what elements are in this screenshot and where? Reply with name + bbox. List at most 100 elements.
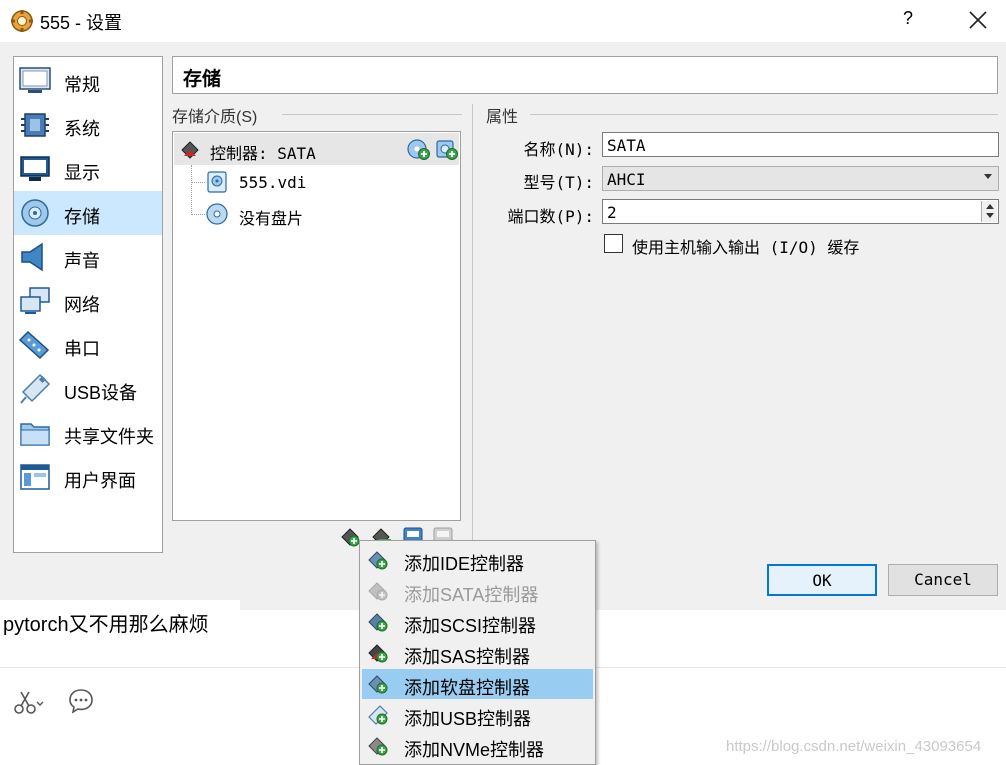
page-title: 存储 bbox=[183, 69, 222, 90]
sidebar-item-serial-port[interactable]: 串口 bbox=[14, 323, 162, 367]
sidebar-item-network[interactable]: 网络 bbox=[14, 279, 162, 323]
sidebar-item-label: 串口 bbox=[64, 339, 100, 359]
section-divider bbox=[282, 114, 462, 115]
spin-buttons[interactable] bbox=[981, 201, 997, 222]
host-io-cache-label: 使用主机输入输出 (I/O) 缓存 bbox=[632, 238, 860, 257]
ide-controller-icon bbox=[368, 551, 388, 570]
chat-bubble-icon[interactable] bbox=[68, 688, 94, 714]
menu-item-add-sas[interactable]: 添加SAS控制器 bbox=[362, 638, 593, 668]
sidebar-item-display[interactable]: 显示 bbox=[14, 147, 162, 191]
hard-disk-icon bbox=[207, 171, 227, 193]
spin-up-icon[interactable] bbox=[986, 204, 994, 209]
usb-controller-icon bbox=[368, 705, 388, 725]
optical-disc-icon bbox=[206, 203, 228, 225]
settings-dialog: 555 - 设置 ? 常规 系统 显示 存储 声音 网络 串口 USB设备 共享… bbox=[0, 0, 1006, 610]
sidebar-item-label: 显示 bbox=[64, 163, 100, 183]
display-icon bbox=[20, 156, 50, 181]
title-bar: 555 - 设置 ? bbox=[0, 0, 1006, 42]
sidebar-item-label: 共享文件夹 bbox=[64, 427, 154, 447]
type-select[interactable]: AHCI bbox=[602, 166, 999, 191]
menu-item-label: 添加IDE控制器 bbox=[404, 554, 525, 574]
virtualbox-icon bbox=[11, 10, 33, 32]
page-header: 存储 bbox=[172, 56, 998, 94]
sidebar-item-label: 常规 bbox=[64, 75, 100, 95]
sidebar-item-label: 声音 bbox=[64, 251, 100, 271]
attributes-label: 属性 bbox=[486, 109, 519, 126]
menu-item-label: 添加SAS控制器 bbox=[404, 647, 531, 667]
chat-message: pytorch又不用那么麻烦 bbox=[0, 600, 240, 646]
network-icon bbox=[20, 287, 50, 314]
user-interface-icon bbox=[20, 464, 50, 490]
ok-button[interactable]: OK bbox=[767, 564, 877, 596]
name-field[interactable]: SATA bbox=[602, 132, 999, 157]
add-hard-disk-icon[interactable] bbox=[434, 137, 458, 161]
menu-item-label: 添加SATA控制器 bbox=[404, 585, 539, 605]
sidebar-item-audio[interactable]: 声音 bbox=[14, 235, 162, 279]
usb-icon bbox=[20, 373, 51, 404]
controller-row[interactable]: 控制器: SATA bbox=[174, 133, 459, 165]
add-optical-drive-icon[interactable] bbox=[406, 137, 430, 161]
menu-item-add-nvme[interactable]: 添加NVMe控制器 bbox=[362, 731, 593, 761]
storage-tree[interactable]: 控制器: SATA 555.vdi 没有盘片 bbox=[172, 131, 461, 521]
window-title: 555 - 设置 bbox=[40, 13, 123, 33]
controller-icon bbox=[181, 141, 199, 159]
settings-sidebar: 常规 系统 显示 存储 声音 网络 串口 USB设备 共享文件夹 用户界面 bbox=[13, 56, 163, 553]
tree-item-hard-disk[interactable]: 555.vdi bbox=[205, 167, 455, 197]
menu-item-label: 添加USB控制器 bbox=[404, 709, 532, 729]
close-icon[interactable] bbox=[964, 6, 992, 34]
pane-divider bbox=[472, 104, 473, 544]
sidebar-item-label: 存储 bbox=[64, 207, 100, 227]
port-count-value: 2 bbox=[607, 203, 617, 222]
storage-icon bbox=[21, 199, 49, 227]
tree-connector bbox=[191, 182, 205, 183]
sidebar-item-label: 网络 bbox=[64, 295, 100, 315]
sidebar-item-system[interactable]: 系统 bbox=[14, 103, 162, 147]
menu-item-add-scsi[interactable]: 添加SCSI控制器 bbox=[362, 607, 593, 637]
sidebar-item-general[interactable]: 常规 bbox=[14, 59, 162, 103]
add-controller-icon[interactable] bbox=[339, 526, 361, 548]
audio-icon bbox=[21, 242, 43, 272]
sidebar-item-label: 系统 bbox=[64, 119, 100, 139]
type-label: 型号(T): bbox=[523, 173, 594, 192]
menu-item-label: 添加SCSI控制器 bbox=[404, 616, 537, 636]
port-count-label: 端口数(P): bbox=[507, 207, 594, 226]
system-icon bbox=[21, 113, 49, 137]
sas-controller-icon bbox=[368, 644, 388, 663]
shared-folder-icon bbox=[20, 423, 50, 446]
tree-connector bbox=[191, 165, 192, 215]
section-divider bbox=[530, 114, 998, 115]
help-button[interactable]: ? bbox=[896, 8, 920, 32]
spin-down-icon[interactable] bbox=[986, 213, 994, 218]
menu-item-add-floppy[interactable]: 添加软盘控制器 bbox=[362, 669, 593, 699]
disk-label: 555.vdi bbox=[239, 173, 307, 192]
cancel-button[interactable]: Cancel bbox=[888, 564, 998, 596]
menu-item-add-ide[interactable]: 添加IDE控制器 bbox=[362, 545, 593, 575]
controller-label: 控制器: SATA bbox=[210, 144, 316, 163]
general-icon bbox=[19, 67, 51, 93]
host-io-cache-checkbox[interactable] bbox=[604, 234, 623, 253]
menu-item-label: 添加NVMe控制器 bbox=[404, 740, 545, 760]
sidebar-item-usb[interactable]: USB设备 bbox=[14, 367, 162, 411]
floppy-controller-icon bbox=[368, 675, 388, 694]
add-controller-menu: 添加IDE控制器 添加SATA控制器 添加SCSI控制器 添加SAS控制器 添加… bbox=[359, 540, 596, 765]
storage-media-label: 存储介质(S) bbox=[172, 109, 258, 126]
sidebar-item-user-interface[interactable]: 用户界面 bbox=[14, 455, 162, 499]
sidebar-item-label: USB设备 bbox=[64, 383, 138, 403]
watermark: https://blog.csdn.net/weixin_43093654 bbox=[726, 738, 982, 755]
scsi-controller-icon bbox=[368, 613, 388, 632]
tree-item-optical-disc[interactable]: 没有盘片 bbox=[205, 199, 455, 229]
menu-item-add-sata: 添加SATA控制器 bbox=[362, 576, 593, 606]
sidebar-item-shared-folders[interactable]: 共享文件夹 bbox=[14, 411, 162, 455]
disk-label: 没有盘片 bbox=[239, 209, 304, 228]
scissors-icon[interactable] bbox=[12, 688, 44, 716]
name-label: 名称(N): bbox=[523, 140, 594, 159]
sata-controller-icon bbox=[368, 582, 388, 601]
menu-item-label: 添加软盘控制器 bbox=[404, 678, 530, 698]
chevron-down-icon bbox=[984, 174, 992, 179]
tree-connector bbox=[191, 214, 205, 215]
nvme-controller-icon bbox=[368, 737, 388, 756]
port-count-spinbox[interactable]: 2 bbox=[602, 199, 999, 224]
serial-port-icon bbox=[18, 330, 50, 360]
menu-item-add-usb[interactable]: 添加USB控制器 bbox=[362, 700, 593, 730]
sidebar-item-storage[interactable]: 存储 bbox=[14, 191, 162, 235]
